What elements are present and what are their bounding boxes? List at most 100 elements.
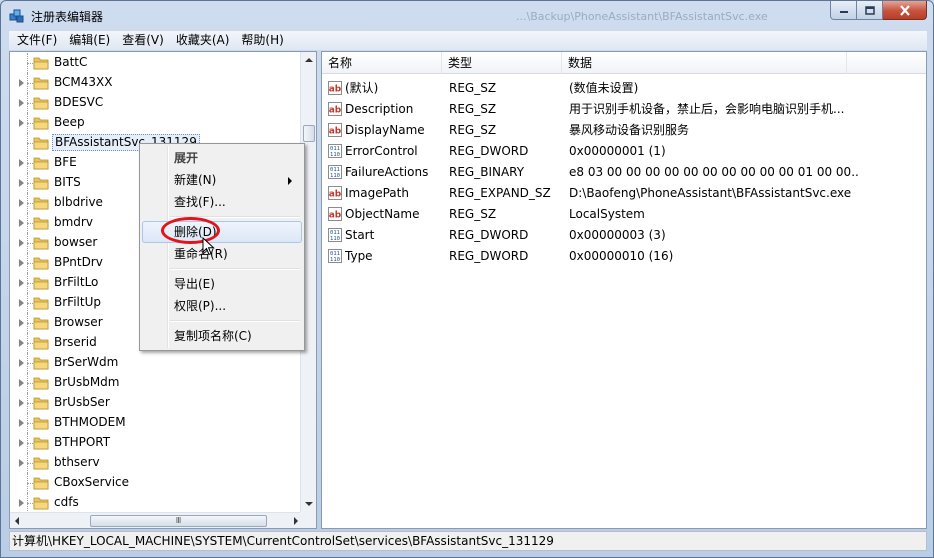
context-menu: 展开 新建(N) 查找(F)... 删除(D) 重命名(R) 导出(E) 权限(P)... 复… <box>139 143 305 351</box>
context-menu-item[interactable]: 展开 <box>142 147 302 169</box>
tree-item-label: BrUsbSer <box>54 395 110 409</box>
menu-view[interactable]: 查看(V) <box>116 31 170 50</box>
column-header-name[interactable]: 名称 <box>322 52 442 74</box>
value-row[interactable]: ab ImagePath REG_EXPAND_SZ D:\Baofeng\Phone… <box>322 183 926 204</box>
value-type: REG_SZ <box>449 207 497 221</box>
value-row[interactable]: 011 110 Type REG_DWORD 0x00000010 (16) <box>322 246 926 267</box>
svg-text:110: 110 <box>330 236 340 242</box>
context-menu-item[interactable]: 新建(N) <box>142 169 302 191</box>
tree-item-label: BrFiltUp <box>54 295 101 309</box>
column-header-type[interactable]: 类型 <box>442 52 562 74</box>
value-type: REG_DWORD <box>449 228 529 242</box>
binary-value-icon: 011110 <box>328 144 342 158</box>
value-data: D:\Baofeng\PhoneAssistant\BFAssistantSvc… <box>569 186 852 200</box>
expand-arrow-icon[interactable] <box>19 179 24 187</box>
folder-icon <box>33 377 49 390</box>
context-menu-item-label: 导出(E) <box>174 277 215 291</box>
expand-arrow-icon[interactable] <box>19 159 24 167</box>
binary-value-icon: 011110 <box>328 249 342 263</box>
tree-item[interactable]: BTHMODEM <box>10 413 303 433</box>
value-row[interactable]: ab Description REG_SZ 用于识别手机设备，禁止后，会影响电脑识别手… <box>322 99 926 120</box>
menu-separator <box>170 268 300 270</box>
expand-arrow-icon[interactable] <box>19 419 24 427</box>
tree-item[interactable]: BrUsbMdm <box>10 373 303 393</box>
tree-item[interactable]: BDESVC <box>10 93 303 113</box>
scroll-right-arrow-icon[interactable] <box>294 517 298 525</box>
tree-item-label: BPntDrv <box>54 255 103 269</box>
tree-item[interactable]: BCM43XX <box>10 73 303 93</box>
string-value-icon: ab <box>328 207 342 221</box>
close-button[interactable] <box>883 1 927 20</box>
context-menu-item[interactable]: 导出(E) <box>142 273 302 295</box>
value-row[interactable]: ab DisplayName REG_SZ 暴风移动设备识别服务 <box>322 120 926 141</box>
expand-arrow-icon[interactable] <box>19 439 24 447</box>
expand-arrow-icon[interactable] <box>19 299 24 307</box>
maximize-icon <box>864 5 875 15</box>
tree-item[interactable]: CBoxService <box>10 473 303 493</box>
context-menu-item[interactable]: 复制项名称(C) <box>142 325 302 347</box>
binary-value-icon: 011110 <box>328 165 342 179</box>
folder-icon <box>33 97 49 110</box>
tree-item-label: bmdrv <box>54 215 93 229</box>
value-name: Type <box>345 249 373 263</box>
tree-item[interactable]: Beep <box>10 113 303 133</box>
tree-item[interactable]: BattC <box>10 53 303 73</box>
scroll-up-arrow-icon[interactable] <box>305 58 313 62</box>
tree-item[interactable]: bthserv <box>10 453 303 473</box>
tree-item-label: cdfs <box>54 495 79 509</box>
context-menu-item[interactable]: 查找(F)... <box>142 191 302 213</box>
expand-arrow-icon[interactable] <box>19 399 24 407</box>
expand-arrow-icon[interactable] <box>19 239 24 247</box>
menu-favorites[interactable]: 收藏夹(A) <box>170 31 236 50</box>
expand-arrow-icon[interactable] <box>19 319 24 327</box>
context-menu-item[interactable]: 重命名(R) <box>142 243 302 265</box>
value-row[interactable]: 011 110 Start REG_DWORD 0x00000003 (3) <box>322 225 926 246</box>
context-menu-item-label: 展开 <box>174 151 199 165</box>
column-header-data[interactable]: 数据 <box>562 52 847 74</box>
scroll-left-arrow-icon[interactable] <box>15 517 19 525</box>
context-menu-item[interactable]: 权限(P)... <box>142 295 302 317</box>
tree-item[interactable]: cdfs <box>10 493 303 513</box>
value-row[interactable]: 011 110 FailureActions REG_BINARY e8 03 00 0… <box>322 162 926 183</box>
title-bar[interactable]: 注册表编辑器 ...\Backup\PhoneAssistant\BFAssis… <box>1 1 933 31</box>
tree-item-label: BDESVC <box>54 95 104 109</box>
menu-help[interactable]: 帮助(H) <box>235 31 289 50</box>
tree-item-label: blbdrive <box>54 195 103 209</box>
svg-text:ab: ab <box>329 211 342 221</box>
menu-file[interactable]: 文件(F) <box>11 31 63 50</box>
expand-arrow-icon[interactable] <box>19 119 24 127</box>
value-data: 0x00000003 (3) <box>569 228 666 242</box>
value-data: (数值未设置) <box>569 81 639 95</box>
context-menu-item-label: 新建(N) <box>174 173 217 187</box>
tree-item[interactable]: BrSerWdm <box>10 353 303 373</box>
folder-icon <box>33 217 49 230</box>
tree-vscroll-thumb[interactable] <box>303 125 315 142</box>
string-value-icon: ab <box>328 102 342 116</box>
expand-arrow-icon[interactable] <box>19 79 24 87</box>
scrollbar-corner <box>300 512 316 528</box>
maximize-button[interactable] <box>857 1 883 20</box>
expand-arrow-icon[interactable] <box>19 199 24 207</box>
expand-arrow-icon[interactable] <box>19 379 24 387</box>
menu-edit[interactable]: 编辑(E) <box>63 31 116 50</box>
expand-arrow-icon[interactable] <box>19 459 24 467</box>
tree-horizontal-scrollbar[interactable]: Ⅲ <box>10 512 303 528</box>
expand-arrow-icon[interactable] <box>19 359 24 367</box>
scroll-down-arrow-icon[interactable] <box>305 502 313 506</box>
tree-item[interactable]: BrUsbSer <box>10 393 303 413</box>
expand-arrow-icon[interactable] <box>19 279 24 287</box>
tree-item-label: BFE <box>54 155 77 169</box>
value-row[interactable]: ab ObjectName REG_SZ LocalSystem <box>322 204 926 225</box>
minimize-button[interactable] <box>830 1 857 20</box>
svg-text:110: 110 <box>330 173 340 179</box>
expand-arrow-icon[interactable] <box>19 339 24 347</box>
expand-arrow-icon[interactable] <box>19 499 24 507</box>
expand-arrow-icon[interactable] <box>19 219 24 227</box>
value-row[interactable]: 011 110 ErrorControl REG_DWORD 0x00000001 (1… <box>322 141 926 162</box>
tree-hscroll-thumb[interactable]: Ⅲ <box>90 515 267 527</box>
value-name: DisplayName <box>345 123 425 137</box>
tree-item[interactable]: BTHPORT <box>10 433 303 453</box>
expand-arrow-icon[interactable] <box>19 259 24 267</box>
value-row[interactable]: ab (默认) REG_SZ (数值未设置) <box>322 78 926 99</box>
expand-arrow-icon[interactable] <box>19 99 24 107</box>
